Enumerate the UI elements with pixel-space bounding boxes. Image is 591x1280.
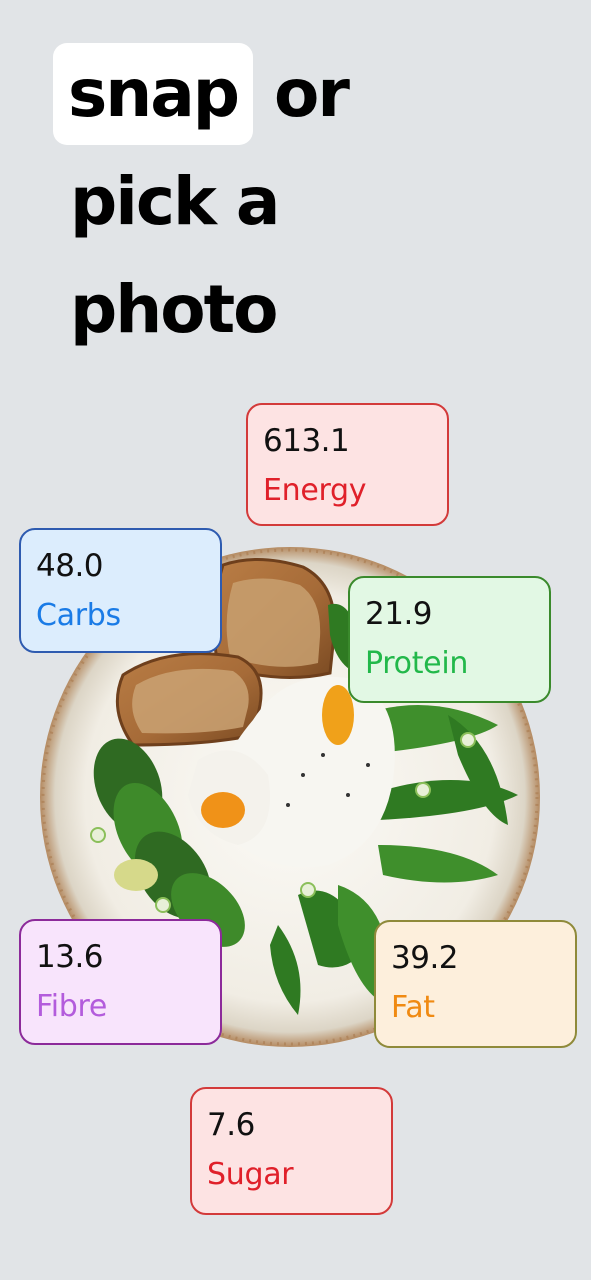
fibre-chip: 13.6 Fibre — [19, 919, 222, 1045]
protein-label: Protein — [365, 646, 469, 681]
fibre-label: Fibre — [36, 989, 108, 1024]
headline-line-1: snap or — [53, 40, 350, 148]
energy-chip: 613.1 Energy — [246, 403, 449, 526]
energy-label: Energy — [263, 473, 367, 508]
snap-highlight: snap — [53, 43, 254, 145]
carbs-value: 48.0 — [36, 548, 104, 584]
protein-chip: 21.9 Protein — [348, 576, 551, 703]
fat-value: 39.2 — [391, 940, 459, 976]
fibre-value: 13.6 — [36, 939, 104, 975]
headline-or: or — [274, 55, 350, 132]
sugar-chip: 7.6 Sugar — [190, 1087, 393, 1215]
carbs-chip: 48.0 Carbs — [19, 528, 222, 653]
protein-value: 21.9 — [365, 596, 433, 632]
energy-value: 613.1 — [263, 423, 350, 459]
fat-label: Fat — [391, 990, 435, 1025]
headline-line-2: pick a — [70, 163, 280, 240]
fat-chip: 39.2 Fat — [374, 920, 577, 1048]
headline-line-3: photo — [70, 271, 278, 348]
sugar-value: 7.6 — [207, 1107, 255, 1143]
headline: snap or pick a photo — [53, 40, 350, 364]
carbs-label: Carbs — [36, 598, 121, 633]
sugar-label: Sugar — [207, 1157, 294, 1192]
